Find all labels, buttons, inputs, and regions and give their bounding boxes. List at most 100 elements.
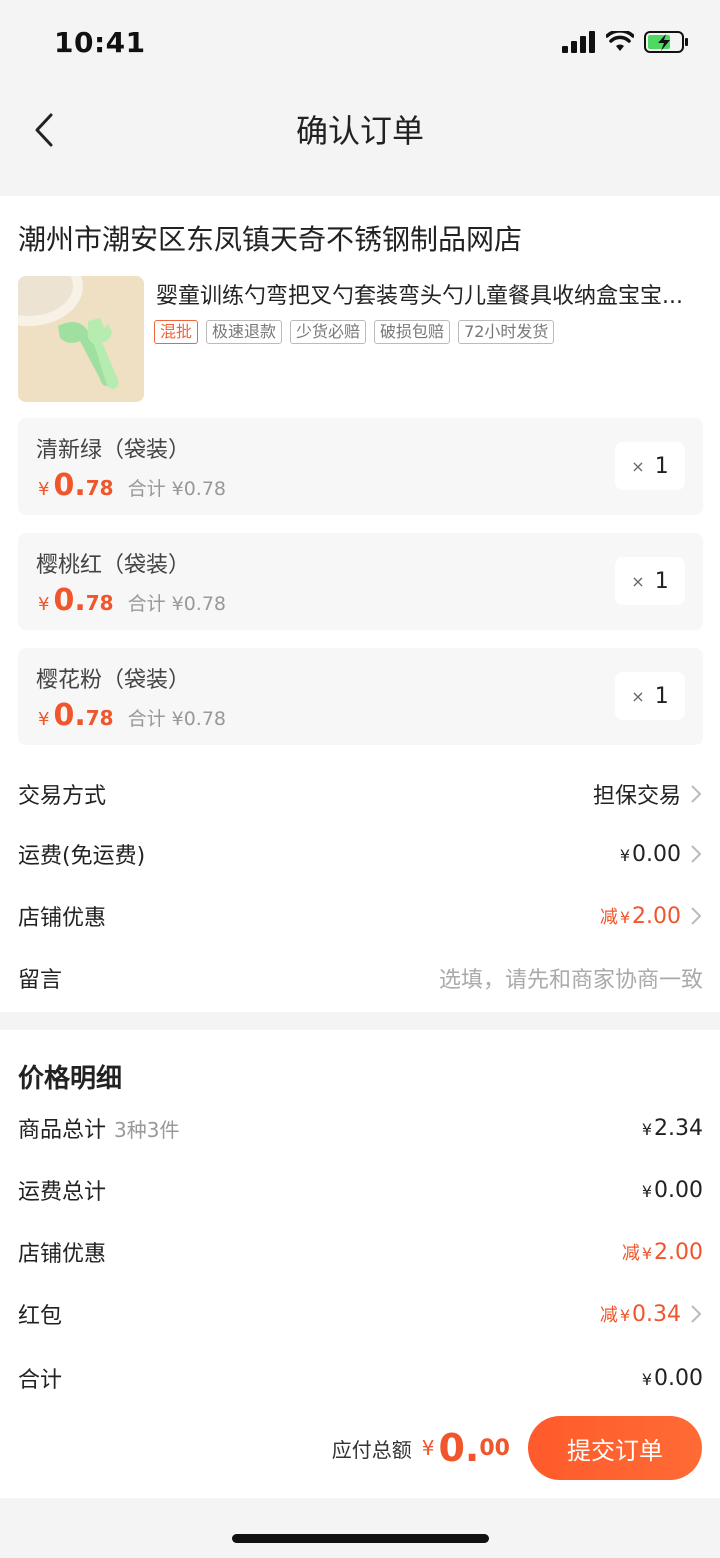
- chevron-right-icon: [691, 845, 702, 863]
- tag-mixed-wholesale: 混批: [154, 320, 199, 344]
- price-detail-title: 价格明细: [18, 1064, 123, 1094]
- grand-total-label: 合计: [18, 1368, 63, 1393]
- message-input[interactable]: 选填，请先和商家协商一致: [439, 962, 703, 994]
- quantity-value: 1: [654, 453, 669, 479]
- currency-symbol: ¥: [619, 1306, 631, 1325]
- red-packet-amount: 0.34: [632, 1302, 681, 1327]
- chevron-right-icon: [691, 1305, 702, 1323]
- shop-discount-detail-label: 店铺优惠: [18, 1242, 107, 1267]
- multiply-icon: ×: [631, 571, 645, 591]
- multiply-icon: ×: [631, 456, 645, 476]
- battery-charging-icon: [644, 31, 688, 53]
- shop-discount-detail-amount: 2.00: [654, 1240, 703, 1265]
- checkout-bar: 应付总额 ¥ 0. 00 提交订单: [332, 1416, 702, 1480]
- currency-symbol: ¥: [641, 1369, 653, 1389]
- currency-symbol: ¥: [641, 1244, 653, 1263]
- shop-discount-detail-value: 减 ¥2.00: [622, 1239, 703, 1265]
- tag-shortage-compensation: 少货必赔: [290, 320, 367, 344]
- quantity-value: 1: [654, 568, 669, 594]
- currency-symbol: ¥: [641, 1119, 653, 1139]
- sku-name: 樱花粉（袋装）: [36, 668, 191, 693]
- quantity-value: 1: [654, 683, 669, 709]
- tag-damage-compensation: 破损包赔: [374, 320, 451, 344]
- status-icons: [562, 30, 690, 54]
- freight-total-value: ¥0.00: [642, 1178, 703, 1203]
- sku-price: ¥ 0. 78 合计 ¥0.78: [38, 468, 226, 503]
- grand-total-row: 合计 ¥0.00: [18, 1358, 703, 1398]
- status-bar: 10:41: [0, 0, 720, 84]
- price-detail-card: 价格明细 商品总计 3种3件 ¥2.34 运费总计 ¥0.00 店铺优惠 减 ¥2.…: [0, 1030, 720, 1498]
- red-packet-value: 减 ¥0.34: [600, 1301, 681, 1327]
- shipping-label: 运费(免运费): [18, 844, 146, 869]
- sku-price-currency: ¥: [38, 479, 50, 500]
- quantity-stepper[interactable]: × 1: [615, 672, 685, 720]
- submit-order-button[interactable]: 提交订单: [528, 1416, 702, 1480]
- sku-price-decimal: 78: [85, 591, 114, 615]
- freight-total-label: 运费总计: [18, 1180, 107, 1205]
- chevron-right-icon: [691, 907, 702, 925]
- grand-total-value: ¥0.00: [642, 1366, 703, 1391]
- currency-symbol: ¥: [641, 1181, 653, 1201]
- sku-item: 樱桃红（袋装） ¥ 0. 78 合计 ¥0.78 × 1: [18, 533, 703, 630]
- order-card: 潮州市潮安区东凤镇天奇不锈钢制品网店 婴童训练勺弯把叉勺套装弯头勺儿童餐具收纳盒…: [0, 196, 720, 1012]
- sku-name: 清新绿（袋装）: [36, 438, 191, 463]
- discount-amount: 2.00: [632, 904, 681, 929]
- sku-subtotal: 合计 ¥0.78: [127, 708, 227, 730]
- product-title[interactable]: 婴童训练勺弯把叉勺套装弯头勺儿童餐具收纳盒宝宝...: [156, 278, 702, 310]
- discount-prefix: 减: [621, 1243, 640, 1264]
- product-image: [18, 276, 144, 402]
- nav-bar: 确认订单: [0, 84, 720, 180]
- sku-item: 樱花粉（袋装） ¥ 0. 78 合计 ¥0.78 × 1: [18, 648, 703, 745]
- currency-symbol: ¥: [619, 908, 631, 927]
- sku-subtotal: 合计 ¥0.78: [127, 593, 227, 615]
- shop-discount-value: 减 ¥2.00: [600, 903, 681, 929]
- message-label: 留言: [18, 968, 63, 993]
- page-title: 确认订单: [295, 112, 424, 150]
- payable-label: 应付总额: [331, 1437, 412, 1462]
- goods-total-label: 商品总计: [18, 1118, 107, 1143]
- discount-prefix: 减: [599, 1305, 618, 1326]
- payable-decimal: 00: [479, 1435, 510, 1461]
- sku-price-integer: 0.: [53, 698, 86, 733]
- sku-subtotal: 合计 ¥0.78: [127, 478, 227, 500]
- goods-total-row: 商品总计 3种3件 ¥2.34: [18, 1108, 703, 1148]
- product-thumbnail[interactable]: [18, 276, 144, 402]
- sku-price-decimal: 78: [85, 476, 114, 500]
- payable-currency: ¥: [421, 1436, 435, 1460]
- quantity-stepper[interactable]: × 1: [615, 557, 685, 605]
- shipping-row[interactable]: 运费(免运费) ¥0.00: [18, 834, 703, 874]
- shop-discount-detail-row: 店铺优惠 减 ¥2.00: [18, 1232, 703, 1272]
- red-packet-label: 红包: [18, 1304, 63, 1329]
- currency-symbol: ¥: [619, 845, 631, 865]
- discount-prefix: 减: [599, 907, 618, 928]
- goods-total-amount: 2.34: [654, 1115, 703, 1141]
- sku-price-currency: ¥: [38, 709, 50, 730]
- sku-price: ¥ 0. 78 合计 ¥0.78: [38, 698, 226, 733]
- tag-72h-shipping: 72小时发货: [458, 320, 555, 344]
- goods-total-value: ¥2.34: [642, 1116, 703, 1141]
- grand-total-amount: 0.00: [654, 1365, 703, 1391]
- status-time: 10:41: [54, 26, 146, 59]
- shipping-amount: 0.00: [632, 841, 681, 867]
- chevron-right-icon: [691, 785, 702, 803]
- message-row[interactable]: 留言 选填，请先和商家协商一致: [18, 958, 703, 998]
- home-indicator: [232, 1534, 489, 1543]
- sku-item: 清新绿（袋装） ¥ 0. 78 合计 ¥0.78 × 1: [18, 418, 703, 515]
- quantity-stepper[interactable]: × 1: [615, 442, 685, 490]
- sku-price-decimal: 78: [85, 706, 114, 730]
- goods-count: 3种3件: [114, 1118, 180, 1142]
- sku-price-currency: ¥: [38, 594, 50, 615]
- trade-method-label: 交易方式: [18, 784, 107, 809]
- wifi-icon: [606, 31, 634, 51]
- tag-fast-refund: 极速退款: [206, 320, 283, 344]
- red-packet-row[interactable]: 红包 减 ¥0.34: [18, 1294, 703, 1334]
- freight-total-row: 运费总计 ¥0.00: [18, 1170, 703, 1210]
- trade-method-value: 担保交易: [592, 784, 681, 809]
- sku-name: 樱桃红（袋装）: [36, 553, 191, 578]
- freight-total-amount: 0.00: [654, 1177, 703, 1203]
- trade-method-row[interactable]: 交易方式 担保交易: [18, 774, 703, 814]
- shop-discount-row[interactable]: 店铺优惠 减 ¥2.00: [18, 896, 703, 936]
- payable-integer: 0.: [438, 1426, 480, 1470]
- shop-name[interactable]: 潮州市潮安区东凤镇天奇不锈钢制品网店: [18, 218, 522, 258]
- sku-price: ¥ 0. 78 合计 ¥0.78: [38, 583, 226, 618]
